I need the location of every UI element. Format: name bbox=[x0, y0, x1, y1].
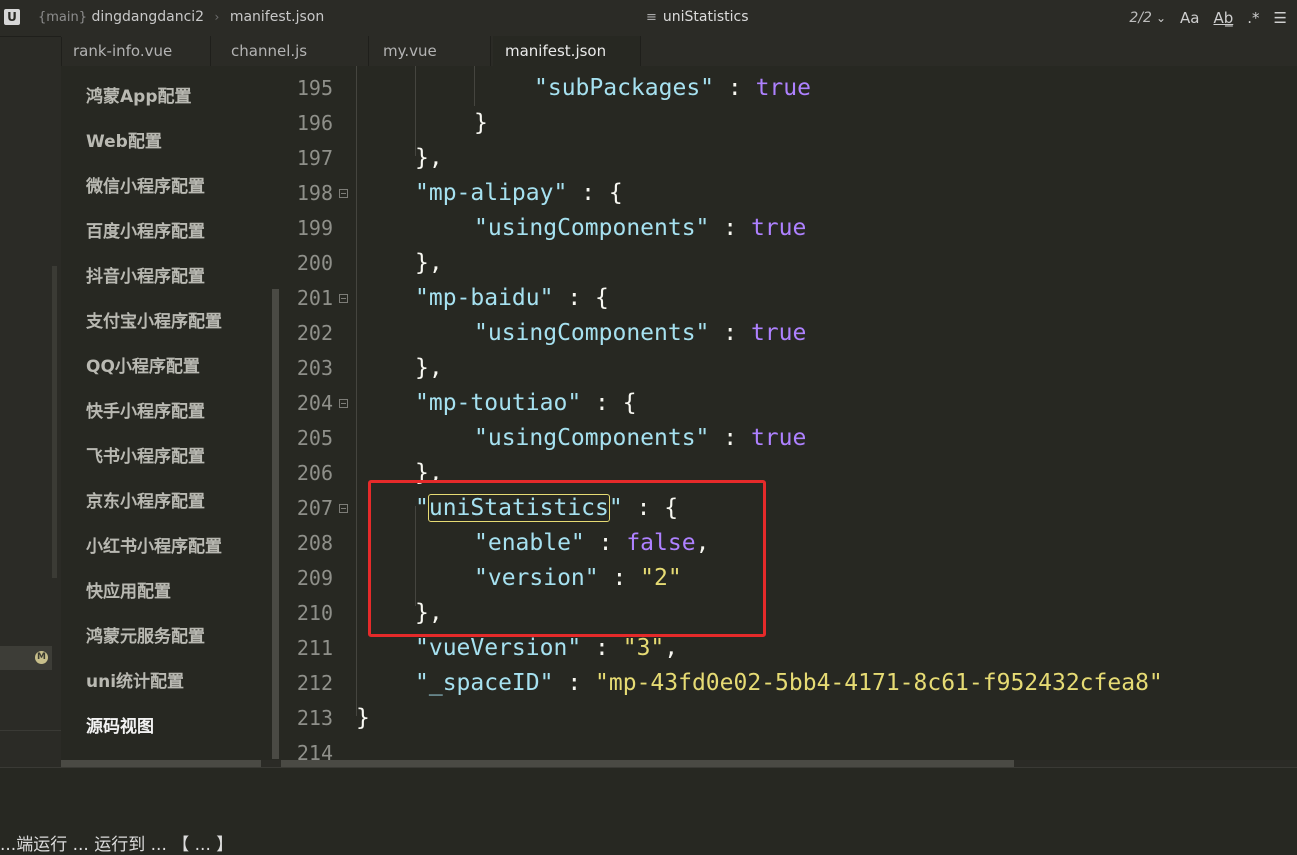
line-number: 197 bbox=[296, 146, 333, 170]
tab-my[interactable]: my.vue bbox=[371, 36, 491, 66]
modified-badge-icon: M bbox=[35, 651, 48, 664]
code-line-196: } bbox=[474, 110, 488, 136]
code-line-200: }, bbox=[415, 250, 443, 276]
breadcrumb-separator-icon: › bbox=[214, 10, 220, 24]
menu-item-harmony-service[interactable]: 鸿蒙元服务配置 bbox=[86, 622, 205, 647]
line-number: 199 bbox=[296, 216, 333, 240]
code-line-198: "mp-alipay" : { bbox=[415, 180, 623, 206]
line-number: 204 bbox=[296, 391, 333, 415]
whole-word-icon[interactable]: Ab̲ bbox=[1213, 9, 1233, 27]
search-tools: 2/2 ⌄ Aa Ab̲ .* ☰ bbox=[1129, 7, 1287, 29]
annotation-highlight-box bbox=[368, 480, 766, 637]
tab-channel[interactable]: channel.js bbox=[219, 36, 369, 66]
line-number: 200 bbox=[296, 251, 333, 275]
left-panel-scrollbar[interactable] bbox=[52, 266, 57, 578]
fold-toggle-icon[interactable] bbox=[339, 399, 348, 408]
outline-symbol-label: uniStatistics bbox=[662, 9, 749, 25]
line-number: 207 bbox=[296, 496, 333, 520]
line-number-gutter: 195 196 197 198 199 200 201 202 203 204 … bbox=[281, 66, 353, 760]
fold-toggle-icon[interactable] bbox=[339, 504, 348, 513]
code-editor[interactable]: "subPackages" : true } }, "mp-alipay" : … bbox=[353, 66, 1297, 760]
title-bar: U {main} dingdangdanci2 › manifest.json … bbox=[0, 0, 1297, 37]
line-number: 206 bbox=[296, 461, 333, 485]
tab-manifest[interactable]: manifest.json bbox=[493, 36, 641, 66]
line-number: 203 bbox=[296, 356, 333, 380]
code-line-203: }, bbox=[415, 355, 443, 381]
menu-item-web[interactable]: Web配置 bbox=[86, 127, 162, 152]
symbol-list-icon: ≡ bbox=[646, 10, 657, 25]
menu-item-xiaohongshu[interactable]: 小红书小程序配置 bbox=[86, 532, 222, 557]
menu-item-quickapp[interactable]: 快应用配置 bbox=[86, 577, 171, 602]
line-number: 211 bbox=[296, 636, 333, 660]
line-number: 210 bbox=[296, 601, 333, 625]
console-panel: ...端运行 ... 运行到 ... 【 ... 】 bbox=[0, 767, 1297, 855]
tab-rank-info[interactable]: rank-info.vue bbox=[61, 36, 211, 66]
console-output: ...端运行 ... 运行到 ... 【 ... 】 bbox=[0, 835, 234, 855]
chevron-down-icon[interactable]: ⌄ bbox=[1156, 11, 1166, 25]
code-line-204: "mp-toutiao" : { bbox=[415, 390, 637, 416]
line-number: 208 bbox=[296, 531, 333, 555]
menu-item-jd[interactable]: 京东小程序配置 bbox=[86, 487, 205, 512]
menu-horizontal-scrollbar-thumb[interactable] bbox=[61, 760, 261, 767]
code-line-202: "usingComponents" : true bbox=[474, 320, 807, 346]
match-case-icon[interactable]: Aa bbox=[1180, 9, 1199, 27]
code-line-199: "usingComponents" : true bbox=[474, 215, 807, 241]
code-line-195: "subPackages" : true bbox=[534, 75, 811, 101]
line-number: 212 bbox=[296, 671, 333, 695]
outline-symbol[interactable]: ≡ uniStatistics bbox=[646, 9, 749, 25]
menu-item-kuaishou[interactable]: 快手小程序配置 bbox=[86, 397, 205, 422]
menu-icon[interactable]: ☰ bbox=[1274, 9, 1287, 27]
code-line-201: "mp-baidu" : { bbox=[415, 285, 609, 311]
match-count: 2/2 bbox=[1129, 10, 1152, 26]
code-line-197: }, bbox=[415, 145, 443, 171]
app-logo-icon: U bbox=[4, 9, 20, 25]
line-number: 205 bbox=[296, 426, 333, 450]
breadcrumb-project[interactable]: dingdangdanci2 bbox=[91, 9, 204, 25]
menu-item-baidu[interactable]: 百度小程序配置 bbox=[86, 217, 205, 242]
menu-item-weixin[interactable]: 微信小程序配置 bbox=[86, 172, 205, 197]
menu-item-qq[interactable]: QQ小程序配置 bbox=[86, 352, 200, 377]
fold-toggle-icon[interactable] bbox=[339, 294, 348, 303]
menu-item-alipay[interactable]: 支付宝小程序配置 bbox=[86, 307, 222, 332]
line-number: 214 bbox=[296, 741, 333, 760]
menu-item-feishu[interactable]: 飞书小程序配置 bbox=[86, 442, 205, 467]
manifest-settings-menu: 鸿蒙App配置 Web配置 微信小程序配置 百度小程序配置 抖音小程序配置 支付… bbox=[61, 66, 271, 767]
regex-icon[interactable]: .* bbox=[1247, 9, 1259, 27]
horizontal-scrollbar-thumb[interactable] bbox=[281, 760, 1014, 767]
line-number: 201 bbox=[296, 286, 333, 310]
breadcrumb-file[interactable]: manifest.json bbox=[230, 9, 324, 25]
breadcrumb-branch[interactable]: {main} bbox=[38, 10, 87, 25]
code-line-205: "usingComponents" : true bbox=[474, 425, 807, 451]
indent-guide bbox=[474, 66, 475, 106]
line-number: 195 bbox=[296, 76, 333, 100]
horizontal-scrollbar[interactable] bbox=[61, 760, 1297, 767]
menu-item-source-view[interactable]: 源码视图 bbox=[86, 712, 154, 737]
line-number: 213 bbox=[296, 706, 333, 730]
indent-guide bbox=[356, 66, 357, 716]
line-number: 202 bbox=[296, 321, 333, 345]
code-line-212: "_spaceID" : "mp-43fd0e02-5bb4-4171-8c61… bbox=[415, 670, 1163, 696]
line-number: 196 bbox=[296, 111, 333, 135]
divider bbox=[0, 730, 61, 731]
line-number: 198 bbox=[296, 181, 333, 205]
line-number: 209 bbox=[296, 566, 333, 590]
menu-item-douyin[interactable]: 抖音小程序配置 bbox=[86, 262, 205, 287]
code-line-213: } bbox=[356, 705, 370, 731]
breadcrumb: {main} dingdangdanci2 › manifest.json bbox=[24, 9, 324, 25]
fold-toggle-icon[interactable] bbox=[339, 189, 348, 198]
menu-item-harmony-app[interactable]: 鸿蒙App配置 bbox=[86, 82, 192, 107]
tab-bar: rank-info.vue channel.js my.vue manifest… bbox=[61, 36, 1297, 66]
menu-item-uni-statistics[interactable]: uni统计配置 bbox=[86, 667, 184, 692]
menu-scrollbar[interactable] bbox=[272, 289, 279, 759]
